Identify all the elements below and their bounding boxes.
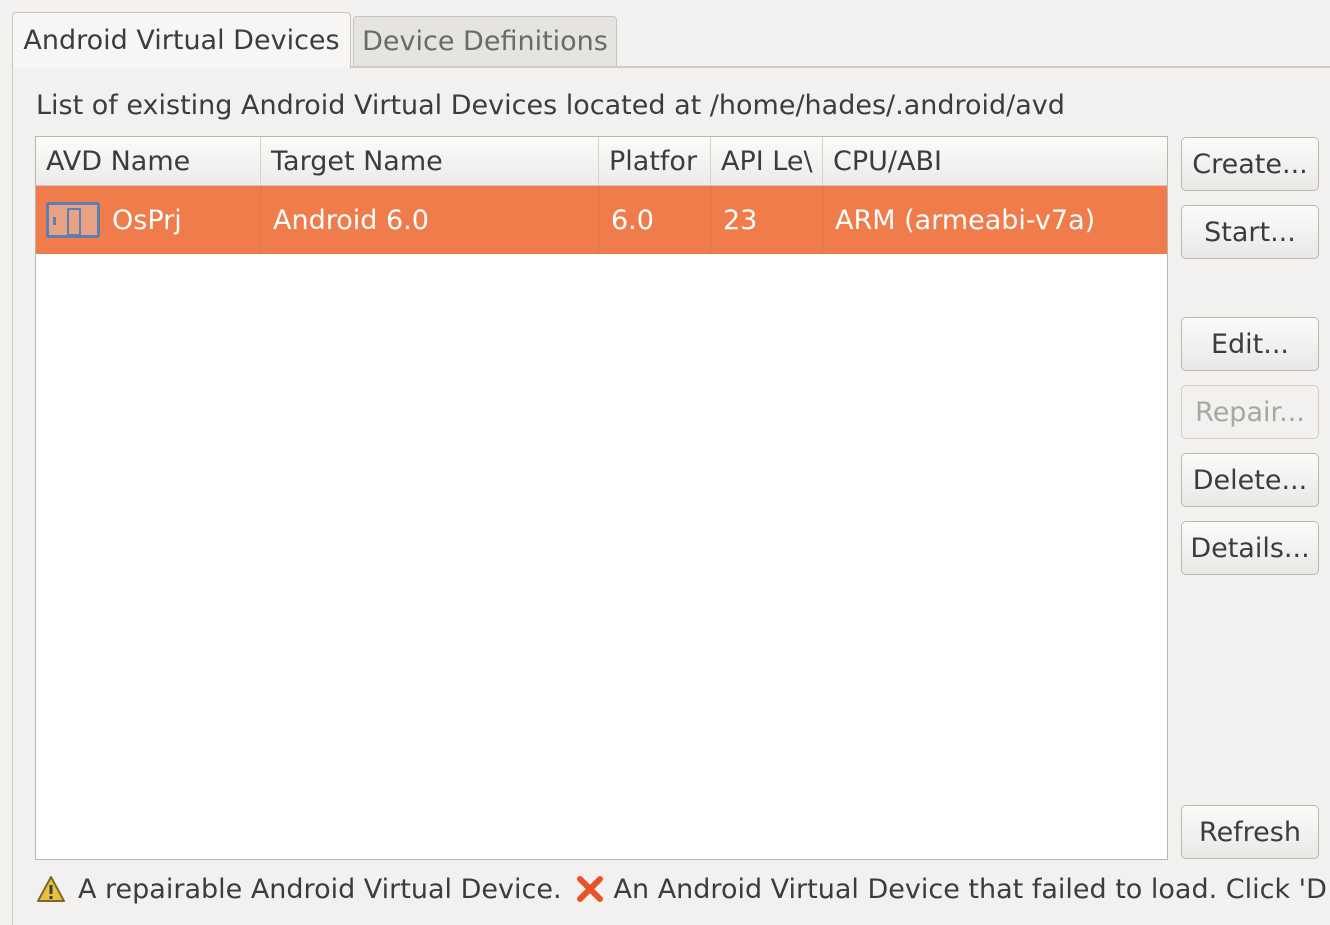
cell-avd-name: OsPrj xyxy=(36,186,261,254)
refresh-button[interactable]: Refresh xyxy=(1181,805,1319,859)
legend-warning-text: A repairable Android Virtual Device. xyxy=(78,873,562,905)
cell-api-level: 23 xyxy=(711,186,823,254)
column-header-platform[interactable]: Platfor xyxy=(599,137,711,185)
warning-icon xyxy=(37,876,65,902)
avd-table[interactable]: AVD Name Target Name Platfor API Le\ CPU… xyxy=(35,136,1168,860)
avd-manager-window: Android Virtual Devices Device Definitio… xyxy=(0,0,1330,925)
table-row[interactable]: OsPrj Android 6.0 6.0 23 ARM (armeabi-v7… xyxy=(36,186,1167,254)
repair-button[interactable]: Repair... xyxy=(1181,385,1319,439)
details-button[interactable]: Details... xyxy=(1181,521,1319,575)
create-button[interactable]: Create... xyxy=(1181,137,1319,191)
tab-bar: Android Virtual Devices Device Definitio… xyxy=(0,0,1330,68)
legend-bar: A repairable Android Virtual Device. An … xyxy=(36,866,1326,912)
column-header-target-name[interactable]: Target Name xyxy=(261,137,599,185)
edit-button[interactable]: Edit... xyxy=(1181,317,1319,371)
cell-target-name: Android 6.0 xyxy=(261,186,599,254)
delete-button[interactable]: Delete... xyxy=(1181,453,1319,507)
column-header-avd-name[interactable]: AVD Name xyxy=(36,137,261,185)
device-icon xyxy=(46,202,100,238)
tab-device-definitions[interactable]: Device Definitions xyxy=(353,16,617,66)
avd-location-label: List of existing Android Virtual Devices… xyxy=(36,90,1065,121)
start-button[interactable]: Start... xyxy=(1181,205,1319,259)
table-header: AVD Name Target Name Platfor API Le\ CPU… xyxy=(36,137,1167,186)
legend-error-text: An Android Virtual Device that failed to… xyxy=(613,873,1326,905)
column-header-api-level[interactable]: API Le\ xyxy=(711,137,823,185)
error-x-icon xyxy=(576,876,603,902)
tab-android-virtual-devices[interactable]: Android Virtual Devices xyxy=(12,12,351,68)
cell-cpu-abi: ARM (armeabi-v7a) xyxy=(835,204,1096,236)
cell-platform: 6.0 xyxy=(599,186,711,254)
avd-name-text: OsPrj xyxy=(112,204,182,236)
column-header-cpu-abi[interactable]: CPU/ABI xyxy=(823,137,1167,185)
